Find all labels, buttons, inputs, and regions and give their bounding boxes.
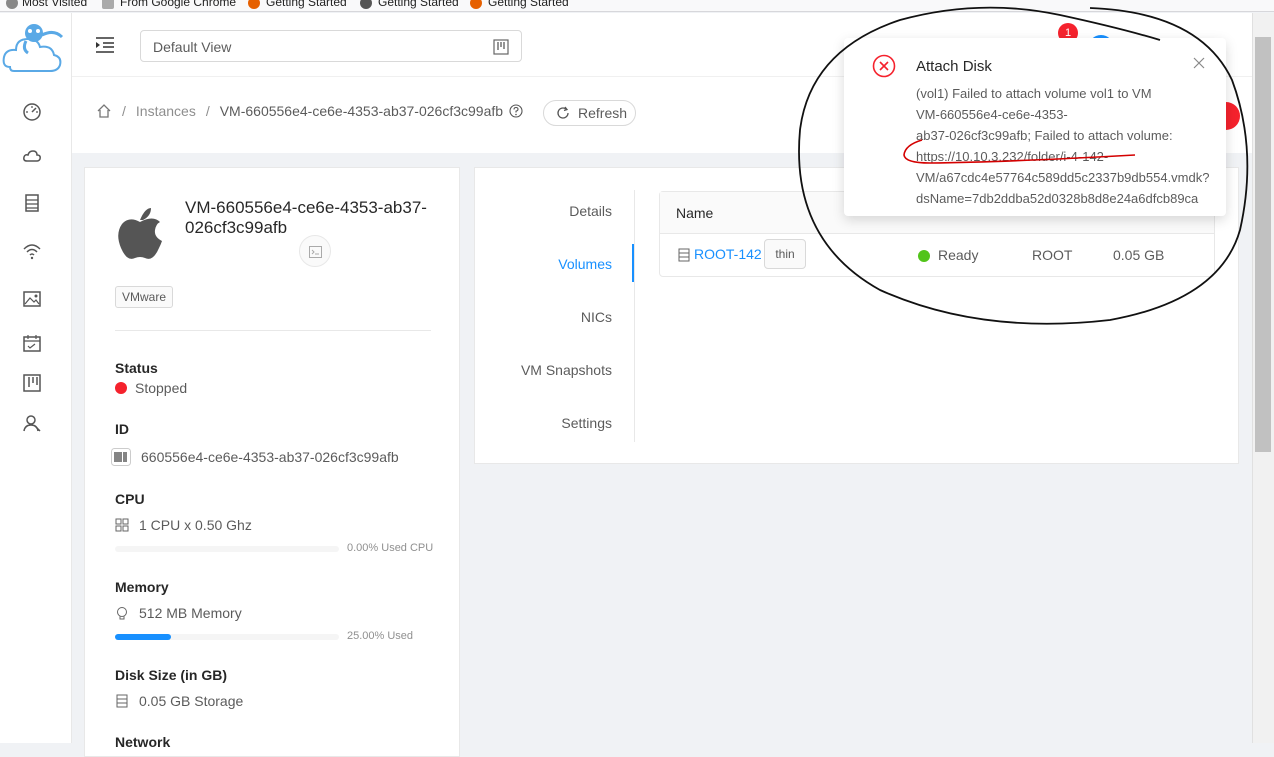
- message-line: ab37-026cf3c99afb; Failed to attach volu…: [916, 128, 1173, 143]
- barcode-icon[interactable]: [111, 448, 131, 466]
- bookmarks-bar: Most Visited From Google Chrome Getting …: [0, 0, 1274, 12]
- bookmark-getting-started-2[interactable]: Getting Started: [378, 0, 459, 9]
- status-stopped-dot: [115, 382, 127, 394]
- accounts-icon[interactable]: [22, 413, 42, 433]
- memory-usage-label: 25.00% Used: [347, 630, 414, 642]
- bookmark-getting-started-1[interactable]: Getting Started: [266, 0, 347, 9]
- view-select-value: Default View: [153, 39, 232, 55]
- appstore-icon: [115, 518, 129, 532]
- vertical-tabs: Details Volumes NICs VM Snapshots Settin…: [475, 190, 635, 442]
- breadcrumb-instances-link[interactable]: Instances: [136, 103, 196, 119]
- apple-os-icon: [115, 206, 165, 262]
- sidebar: [0, 13, 72, 743]
- memory-value: 512 MB Memory: [139, 605, 242, 621]
- disk-value: 0.05 GB Storage: [139, 693, 244, 709]
- id-title: ID: [115, 421, 129, 437]
- bookmark-getting-started-3[interactable]: Getting Started: [488, 0, 569, 9]
- database-icon: [678, 248, 690, 262]
- breadcrumb-separator: /: [122, 103, 126, 119]
- message-line: VM/a67cdc4e57764c589dd5c2337b9db554.vmdk…: [916, 170, 1210, 185]
- volume-name-link[interactable]: ROOT-142: [694, 246, 762, 262]
- divider: [115, 330, 431, 331]
- id-row: 660556e4-ce6e-4353-ab37-026cf3c99afb: [111, 448, 399, 466]
- tab-settings[interactable]: Settings: [561, 415, 612, 431]
- bookmark-from-chrome[interactable]: From Google Chrome: [120, 0, 236, 9]
- message-line: https://10.10.3.232/folder/i-4-142-: [916, 149, 1109, 164]
- bulb-icon: [115, 606, 129, 620]
- status-title: Status: [115, 360, 158, 376]
- volume-ready-dot: [918, 250, 930, 262]
- notification-message: (vol1) Failed to attach volume vol1 to V…: [916, 83, 1226, 209]
- notification-title: Attach Disk: [916, 58, 992, 75]
- dashboard-icon[interactable]: [22, 102, 42, 122]
- reload-icon: [556, 106, 570, 120]
- home-icon[interactable]: [96, 103, 112, 119]
- tab-vm-snapshots[interactable]: VM Snapshots: [521, 362, 612, 378]
- memory-title: Memory: [115, 579, 169, 595]
- memory-row: 512 MB Memory: [115, 605, 242, 621]
- scrollbar-thumb[interactable]: [1255, 37, 1271, 452]
- gear-icon: [6, 0, 18, 9]
- message-line: (vol1) Failed to attach volume vol1 to V…: [916, 86, 1152, 101]
- cpu-row: 1 CPU x 0.50 Ghz: [115, 517, 252, 533]
- breadcrumb-current: VM-660556e4-ce6e-4353-ab37-026cf3c99afb: [219, 103, 504, 119]
- id-value: 660556e4-ce6e-4353-ab37-026cf3c99afb: [141, 449, 399, 465]
- error-notification: Attach Disk (vol1) Failed to attach volu…: [844, 38, 1226, 216]
- volume-size: 0.05 GB: [1113, 247, 1165, 263]
- table-row: ROOT-142 thin Ready ROOT 0.05 GB: [660, 234, 1214, 278]
- breadcrumb-separator: /: [205, 103, 210, 119]
- message-line: VM-660556e4-ce6e-4353-: [916, 107, 1068, 122]
- instance-name: VM-660556e4-ce6e-4353-ab37-026cf3c99afb: [185, 198, 427, 237]
- page-scrollbar[interactable]: [1252, 13, 1274, 743]
- disk-row: 0.05 GB Storage: [115, 693, 243, 709]
- cloud-icon[interactable]: [22, 146, 42, 166]
- status-value: Stopped: [135, 380, 188, 396]
- memory-usage-fill: [115, 634, 171, 640]
- breadcrumb: / Instances / VM-660556e4-ce6e-4353-ab37…: [96, 103, 523, 119]
- disk-title: Disk Size (in GB): [115, 667, 228, 683]
- network-title: Network: [115, 734, 171, 750]
- project-board-icon: [493, 39, 509, 55]
- cpu-usage-progress: [115, 546, 339, 552]
- volume-type: ROOT: [1032, 247, 1073, 263]
- image-icon[interactable]: [22, 289, 42, 309]
- storage-icon[interactable]: [22, 193, 42, 213]
- globe-icon: [360, 0, 372, 9]
- projects-icon[interactable]: [22, 373, 42, 393]
- active-tab-indicator: [632, 244, 634, 282]
- folder-icon: [102, 0, 114, 9]
- cpu-usage-label: 0.00% Used CPU: [347, 542, 434, 554]
- bookmark-most-visited[interactable]: Most Visited: [22, 0, 87, 9]
- firefox-icon: [470, 0, 482, 9]
- tab-details[interactable]: Details: [569, 203, 612, 219]
- view-console-button[interactable]: [299, 235, 331, 267]
- tab-volumes[interactable]: Volumes: [558, 256, 612, 272]
- provisioning-tag: thin: [764, 239, 806, 269]
- default-view-select[interactable]: Default View: [140, 30, 522, 62]
- instance-info-card: VM-660556e4-ce6e-4353-ab37-026cf3c99afb …: [84, 167, 460, 757]
- events-calendar-icon[interactable]: [22, 333, 42, 353]
- column-name-header[interactable]: Name: [676, 205, 713, 221]
- refresh-button[interactable]: Refresh: [543, 100, 636, 126]
- tab-nics[interactable]: NICs: [581, 309, 612, 325]
- network-wifi-icon[interactable]: [22, 241, 42, 261]
- cloudstack-logo[interactable]: [2, 17, 66, 79]
- firefox-icon: [248, 0, 260, 9]
- status-row: Stopped: [115, 380, 187, 396]
- volume-state: Ready: [938, 247, 979, 263]
- console-icon: [309, 245, 322, 258]
- menu-fold-icon[interactable]: [94, 35, 116, 55]
- close-icon[interactable]: [1193, 56, 1205, 69]
- hypervisor-tag: VMware: [115, 286, 174, 308]
- cpu-title: CPU: [115, 491, 145, 507]
- memory-usage-progress: [115, 634, 339, 640]
- message-line: dsName=7db2ddba52d0328b8d8e24a6dfcb89ca: [916, 191, 1199, 206]
- cpu-value: 1 CPU x 0.50 Ghz: [139, 517, 252, 533]
- question-circle-icon[interactable]: [509, 104, 523, 118]
- refresh-label: Refresh: [578, 105, 628, 121]
- database-icon: [115, 694, 129, 708]
- close-circle-error-icon: [872, 54, 896, 78]
